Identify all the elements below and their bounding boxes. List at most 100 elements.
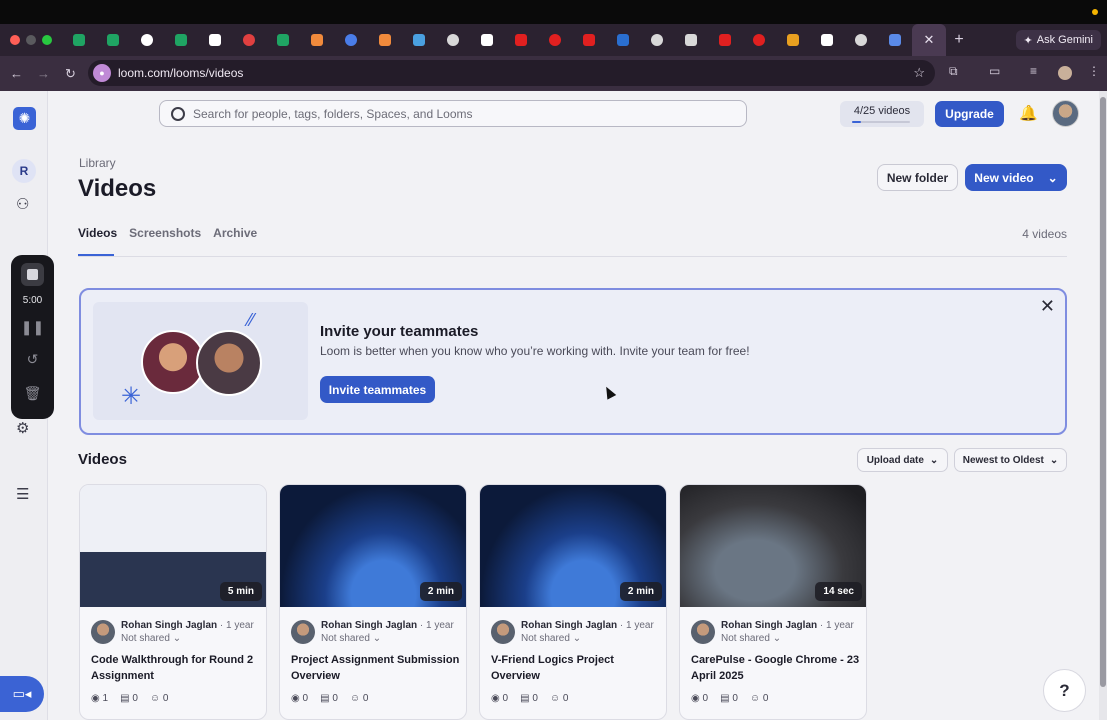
video-thumbnail[interactable]: 2 min (280, 485, 466, 607)
browser-tab[interactable] (436, 24, 470, 56)
browser-tab[interactable] (334, 24, 368, 56)
video-title[interactable]: Code Walkthrough for Round 2 Assignment (91, 652, 261, 684)
new-tab-button[interactable]: + (946, 31, 972, 49)
video-card[interactable]: 14 sec Rohan Singh Jaglan · 1 year Not sha… (679, 484, 867, 720)
browser-tab[interactable] (402, 24, 436, 56)
restart-icon[interactable]: ↺ (11, 351, 54, 368)
delete-icon[interactable]: 🗑 (11, 385, 54, 402)
comments-stat: ▤ 0 (520, 693, 538, 704)
page-scrollbar[interactable] (1099, 91, 1107, 720)
upgrade-button[interactable]: Upgrade (935, 101, 1004, 127)
tab-favicon-icon (583, 34, 595, 46)
author-avatar (91, 620, 115, 644)
forward-arrow-icon[interactable]: → (30, 66, 57, 81)
close-tab-icon[interactable]: ✕ (924, 32, 935, 48)
tab-favicon-icon (141, 34, 153, 46)
video-title[interactable]: CarePulse - Google Chrome - 23 April 202… (691, 652, 861, 684)
browser-tab[interactable] (368, 24, 402, 56)
chevron-down-icon[interactable]: ⌄ (1048, 171, 1058, 185)
invite-teammates-button[interactable]: Invite teammates (320, 376, 435, 403)
notifications-bell-icon[interactable]: 🔔 (1019, 104, 1038, 122)
browser-tab[interactable] (674, 24, 708, 56)
site-info-icon[interactable]: ● (93, 64, 111, 82)
bookmark-star-icon[interactable]: ☆ (913, 65, 925, 81)
url-field[interactable]: ● loom.com/looms/videos ☆ (88, 60, 935, 86)
browser-tab[interactable] (640, 24, 674, 56)
help-button[interactable]: ? (1043, 669, 1086, 712)
new-video-button[interactable]: New video ⌄ (965, 164, 1067, 191)
sharing-dropdown[interactable]: Not shared ⌄ (721, 633, 781, 644)
cast-icon[interactable]: ▭ (989, 64, 1000, 78)
browser-tab-active[interactable]: ✕ (912, 24, 946, 56)
video-stats: ◉ 0 ▤ 0 ☺ 0 (491, 693, 568, 704)
user-avatar[interactable] (1052, 100, 1079, 127)
pause-icon[interactable]: ❚❚ (11, 319, 54, 336)
browser-tab[interactable] (164, 24, 198, 56)
media-icon[interactable]: ≡ (1030, 64, 1037, 78)
add-user-icon[interactable]: ⚇ (16, 195, 29, 213)
video-card[interactable]: 2 min Rohan Singh Jaglan · 1 year Not shar… (479, 484, 667, 720)
profile-avatar[interactable] (1058, 66, 1072, 80)
browser-tab[interactable] (504, 24, 538, 56)
new-folder-button[interactable]: New folder (877, 164, 958, 191)
stop-recording-button[interactable] (21, 263, 44, 286)
close-window-button[interactable] (10, 35, 20, 45)
settings-gear-icon[interactable]: ⚙ (16, 419, 29, 437)
sort-field-dropdown[interactable]: Upload date ⌄ (857, 448, 948, 472)
browser-tab[interactable] (878, 24, 912, 56)
browser-tab[interactable] (538, 24, 572, 56)
browser-tab[interactable] (470, 24, 504, 56)
tab-favicon-icon (719, 34, 731, 46)
tab-screenshots[interactable]: Screenshots (129, 226, 201, 240)
extensions-icon[interactable]: ⧉ (949, 64, 958, 79)
camera-toggle-button[interactable]: ▭◂ (0, 676, 44, 712)
video-thumbnail[interactable]: 2 min (480, 485, 666, 607)
browser-tab[interactable] (300, 24, 334, 56)
browser-tab[interactable] (810, 24, 844, 56)
browser-tab[interactable] (62, 24, 96, 56)
browser-tab[interactable] (844, 24, 878, 56)
back-arrow-icon[interactable]: ← (3, 66, 30, 81)
tab-archive[interactable]: Archive (213, 226, 257, 240)
browser-tab[interactable] (130, 24, 164, 56)
sharing-dropdown[interactable]: Not shared ⌄ (521, 633, 581, 644)
author-name: Rohan Singh Jaglan (521, 620, 618, 631)
browser-tab[interactable] (606, 24, 640, 56)
reload-icon[interactable]: ↻ (57, 66, 84, 82)
invite-banner: ✳ ⁄⁄ Invite your teammates Loom is bette… (79, 288, 1067, 435)
tab-divider (78, 256, 1067, 257)
video-usage-meter[interactable]: 4/25 videos (840, 101, 924, 127)
browser-tab[interactable] (198, 24, 232, 56)
video-thumbnail[interactable]: 5 min (80, 485, 266, 607)
workspace-avatar[interactable]: R (12, 159, 36, 183)
video-thumbnail[interactable]: 14 sec (680, 485, 866, 607)
breadcrumb[interactable]: Library (79, 156, 116, 170)
sort-order-dropdown[interactable]: Newest to Oldest ⌄ (954, 448, 1067, 472)
ask-gemini-button[interactable]: ✦ Ask Gemini (1015, 30, 1101, 50)
notes-icon[interactable]: ☰ (16, 485, 29, 503)
video-card[interactable]: 2 min Rohan Singh Jaglan · 1 year Not shar… (279, 484, 467, 720)
browser-tab[interactable] (266, 24, 300, 56)
browser-tab[interactable] (776, 24, 810, 56)
video-card[interactable]: 5 min Rohan Singh Jaglan · 1 year Not shar… (79, 484, 267, 720)
browser-tab[interactable] (742, 24, 776, 56)
maximize-window-button[interactable] (42, 35, 52, 45)
video-title[interactable]: Project Assignment Submission Overview (291, 652, 461, 684)
search-bar[interactable] (159, 100, 747, 127)
browser-menu-icon[interactable]: ⋮ (1088, 64, 1100, 78)
browser-tab[interactable] (708, 24, 742, 56)
scrollbar-thumb[interactable] (1100, 97, 1106, 687)
sharing-dropdown[interactable]: Not shared ⌄ (121, 633, 181, 644)
minimize-window-button[interactable] (26, 35, 36, 45)
tab-videos[interactable]: Videos (78, 226, 117, 240)
burst-icon: ⁄⁄ (248, 310, 255, 330)
browser-tab[interactable] (572, 24, 606, 56)
reactions-stat: ☺ 0 (350, 693, 369, 704)
video-title[interactable]: V-Friend Logics Project Overview (491, 652, 661, 684)
sharing-dropdown[interactable]: Not shared ⌄ (321, 633, 381, 644)
search-input[interactable] (193, 106, 713, 121)
browser-tab[interactable] (96, 24, 130, 56)
loom-logo-icon[interactable]: ✺ (13, 107, 36, 130)
browser-tab[interactable] (232, 24, 266, 56)
close-icon[interactable]: ✕ (1040, 296, 1055, 317)
